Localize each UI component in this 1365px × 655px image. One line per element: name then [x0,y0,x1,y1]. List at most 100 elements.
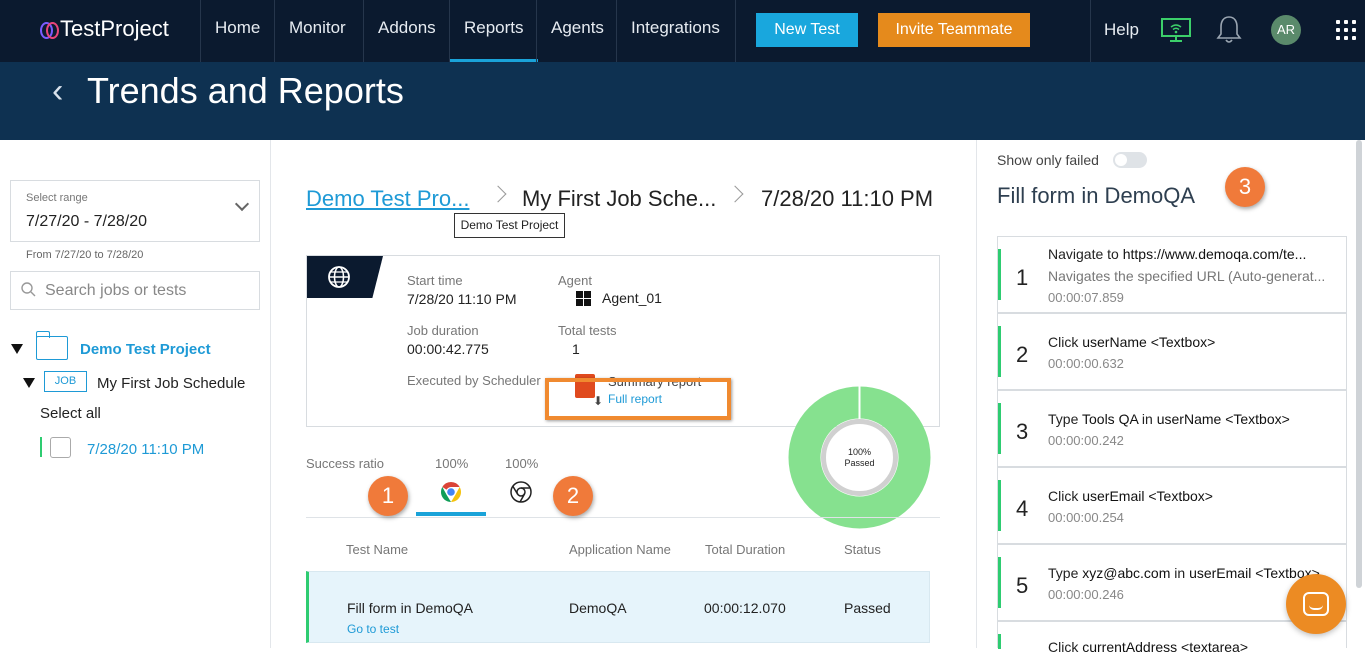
new-test-button[interactable]: New Test [756,13,858,47]
nav-addons[interactable]: Addons [364,0,450,62]
tree-run[interactable]: 7/28/20 11:10 PM [87,441,204,458]
column-header-test-name[interactable]: Test Name [346,542,408,557]
nav-integrations[interactable]: Integrations [617,0,734,62]
logo[interactable]: TestProject [40,16,169,42]
range-value: 7/27/20 - 7/28/20 [26,213,147,230]
application-cell: DemoQA [569,600,627,616]
callout-marker-1: 1 [368,476,408,516]
range-label: Select range [26,192,88,204]
step-number: 1 [1016,265,1029,290]
breadcrumb-project[interactable]: Demo Test Pro... [306,186,469,212]
help-link[interactable]: Help [1104,20,1139,40]
step-item[interactable]: 2 Click userName <Textbox> 00:00:00.632 [997,313,1347,390]
job-duration-value: 00:00:42.775 [407,341,489,357]
chevron-down-icon [234,196,250,212]
step-number: 4 [1016,496,1029,521]
run-status-bar [40,437,42,457]
chrome-percent: 100% [435,456,469,471]
globe-icon [328,266,350,288]
expand-job-icon[interactable] [23,378,35,388]
back-chevron-icon[interactable]: ‹ [52,74,63,108]
bell-icon[interactable] [1214,14,1244,46]
job-duration-label: Job duration [407,323,479,338]
pass-rate-donut: 100% Passed [788,385,931,529]
search-input[interactable] [45,278,250,304]
step-text: Click userEmail <Textbox> [1048,488,1213,504]
chrome-icon[interactable] [439,480,463,504]
step-item[interactable]: 1 Navigate to https://www.demoqa.com/te.… [997,236,1347,313]
table-row[interactable]: Fill form in DemoQA DemoQA 00:00:12.070 … [306,571,930,643]
step-duration: 00:00:00.242 [1048,433,1124,448]
step-text: Navigate to https://www.demoqa.com/te... [1048,246,1307,262]
step-item[interactable]: 4 Click userEmail <Textbox> 00:00:00.254 [997,467,1347,544]
executed-by-label: Executed by Scheduler [407,373,541,388]
step-duration: 00:00:07.859 [1048,290,1124,305]
scrollbar[interactable] [1356,140,1362,588]
search-icon [21,282,36,297]
tooltip: Demo Test Project [454,213,565,238]
run-checkbox[interactable] [50,437,71,458]
avatar[interactable]: AR [1271,15,1301,45]
test-steps-panel: Show only failed Fill form in DemoQA 3 1… [976,140,1365,655]
step-item[interactable]: 3 Type Tools QA in userName <Textbox> 00… [997,390,1347,467]
breadcrumb-job[interactable]: My First Job Sche... [522,186,716,212]
step-duration: 00:00:00.254 [1048,510,1124,525]
status-cell: Passed [844,600,891,616]
platform-tab [307,256,383,298]
nav-monitor[interactable]: Monitor [275,0,360,62]
expand-project-icon[interactable] [11,344,23,354]
chat-support-button[interactable] [1286,574,1346,634]
nav-agents[interactable]: Agents [537,0,618,62]
column-header-duration[interactable]: Total Duration [705,542,785,557]
donut-status: Passed [844,458,874,468]
step-text: Click currentAddress <textarea> [1048,639,1248,655]
page-title: Trends and Reports [87,70,404,111]
start-time-value: 7/28/20 11:10 PM [407,291,517,307]
test-name-cell: Fill form in DemoQA [347,600,474,616]
chromium-icon[interactable] [509,480,533,504]
nav-home[interactable]: Home [201,0,274,62]
step-text: Type xyz@abc.com in userEmail <Textbox> [1048,565,1320,581]
go-to-test-link[interactable]: Go to test [347,622,399,636]
column-header-application[interactable]: Application Name [569,542,671,557]
breadcrumb-run: 7/28/20 11:10 PM [761,186,934,211]
step-text: Type Tools QA in userName <Textbox> [1048,411,1290,427]
logo-mark-icon [40,21,59,39]
date-range-select[interactable]: Select range 7/27/20 - 7/28/20 [10,180,260,242]
agent-label: Agent [558,273,592,288]
tree-project[interactable]: Demo Test Project [80,341,211,358]
chat-icon [1303,592,1329,616]
show-only-failed-toggle[interactable] [1113,152,1147,168]
folder-icon [35,331,68,360]
agent-value: Agent_01 [602,290,662,306]
show-only-failed-label: Show only failed [997,152,1099,168]
active-browser-indicator [416,512,486,516]
test-title: Fill form in DemoQA [997,183,1196,208]
step-number: 5 [1016,573,1029,598]
step-description: Navigates the specified URL (Auto-genera… [1048,268,1326,284]
select-all-link[interactable]: Select all [40,405,101,422]
column-header-status[interactable]: Status [844,542,881,557]
windows-icon [576,291,591,306]
apps-grid-icon[interactable] [1336,20,1356,40]
top-navbar: TestProject Home Monitor Addons Reports … [0,0,1365,62]
callout-marker-3: 3 [1225,167,1265,207]
nav-reports[interactable]: Reports [450,0,538,62]
breadcrumb-chevron-icon [726,185,744,203]
search-box [10,271,260,310]
success-ratio-label: Success ratio [306,456,385,471]
monitor-icon[interactable] [1160,17,1192,43]
divider [306,517,940,518]
range-subtext: From 7/27/20 to 7/28/20 [26,249,144,261]
total-tests-value: 1 [572,341,580,357]
tree-job[interactable]: My First Job Schedule [97,375,245,392]
step-number: 3 [1016,419,1029,444]
report-main: Demo Test Pro... My First Job Sche... 7/… [271,140,976,648]
donut-percent: 100% [848,447,871,457]
logo-text: TestProject [60,16,169,41]
invite-teammate-button[interactable]: Invite Teammate [878,13,1030,47]
step-text: Click userName <Textbox> [1048,334,1216,350]
step-number: 2 [1016,342,1029,367]
step-duration: 00:00:00.632 [1048,356,1124,371]
duration-cell: 00:00:12.070 [704,600,786,616]
